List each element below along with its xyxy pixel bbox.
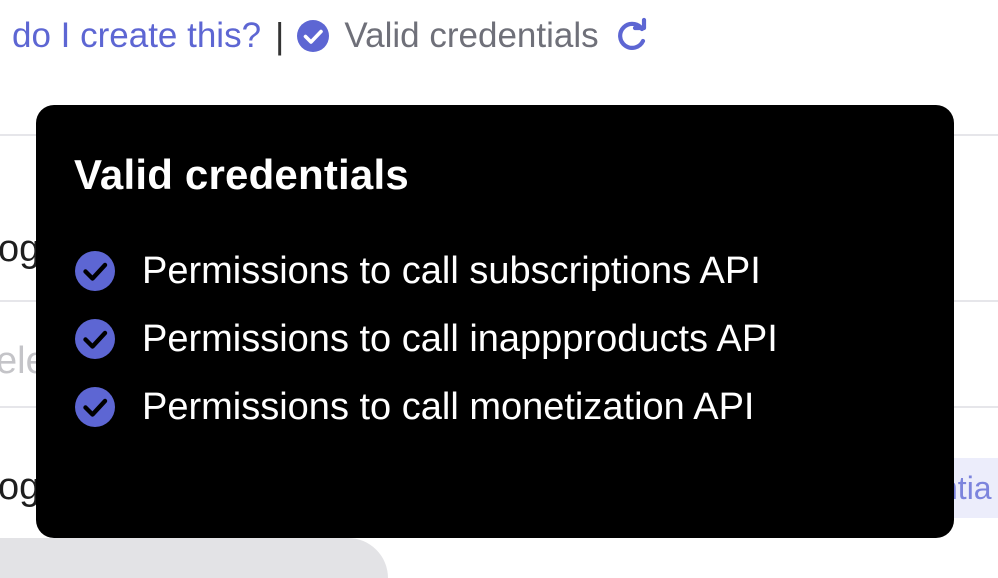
permission-item: Permissions to call monetization API (74, 373, 954, 441)
check-circle-icon (296, 19, 330, 53)
table-cell-fragment: og (0, 466, 41, 508)
permission-label: Permissions to call subscriptions API (142, 249, 761, 292)
background-pill (0, 538, 388, 578)
check-circle-icon (74, 250, 116, 292)
check-circle-icon (74, 318, 116, 360)
credentials-tooltip: Valid credentials Permissions to call su… (36, 105, 954, 538)
credentials-status-text[interactable]: Valid credentials (344, 16, 598, 56)
permission-item: Permissions to call subscriptions API (74, 237, 954, 305)
permission-item: Permissions to call inappproducts API (74, 305, 954, 373)
credentials-status-bar: do I create this? | Valid credentials (12, 8, 651, 64)
help-link[interactable]: do I create this? (12, 16, 261, 56)
tooltip-title: Valid credentials (74, 151, 409, 198)
table-cell-fragment: og (0, 228, 41, 270)
refresh-icon[interactable] (613, 17, 651, 55)
check-circle-icon (74, 386, 116, 428)
permission-label: Permissions to call inappproducts API (142, 317, 778, 360)
permission-label: Permissions to call monetization API (142, 385, 755, 428)
separator: | (275, 15, 285, 56)
